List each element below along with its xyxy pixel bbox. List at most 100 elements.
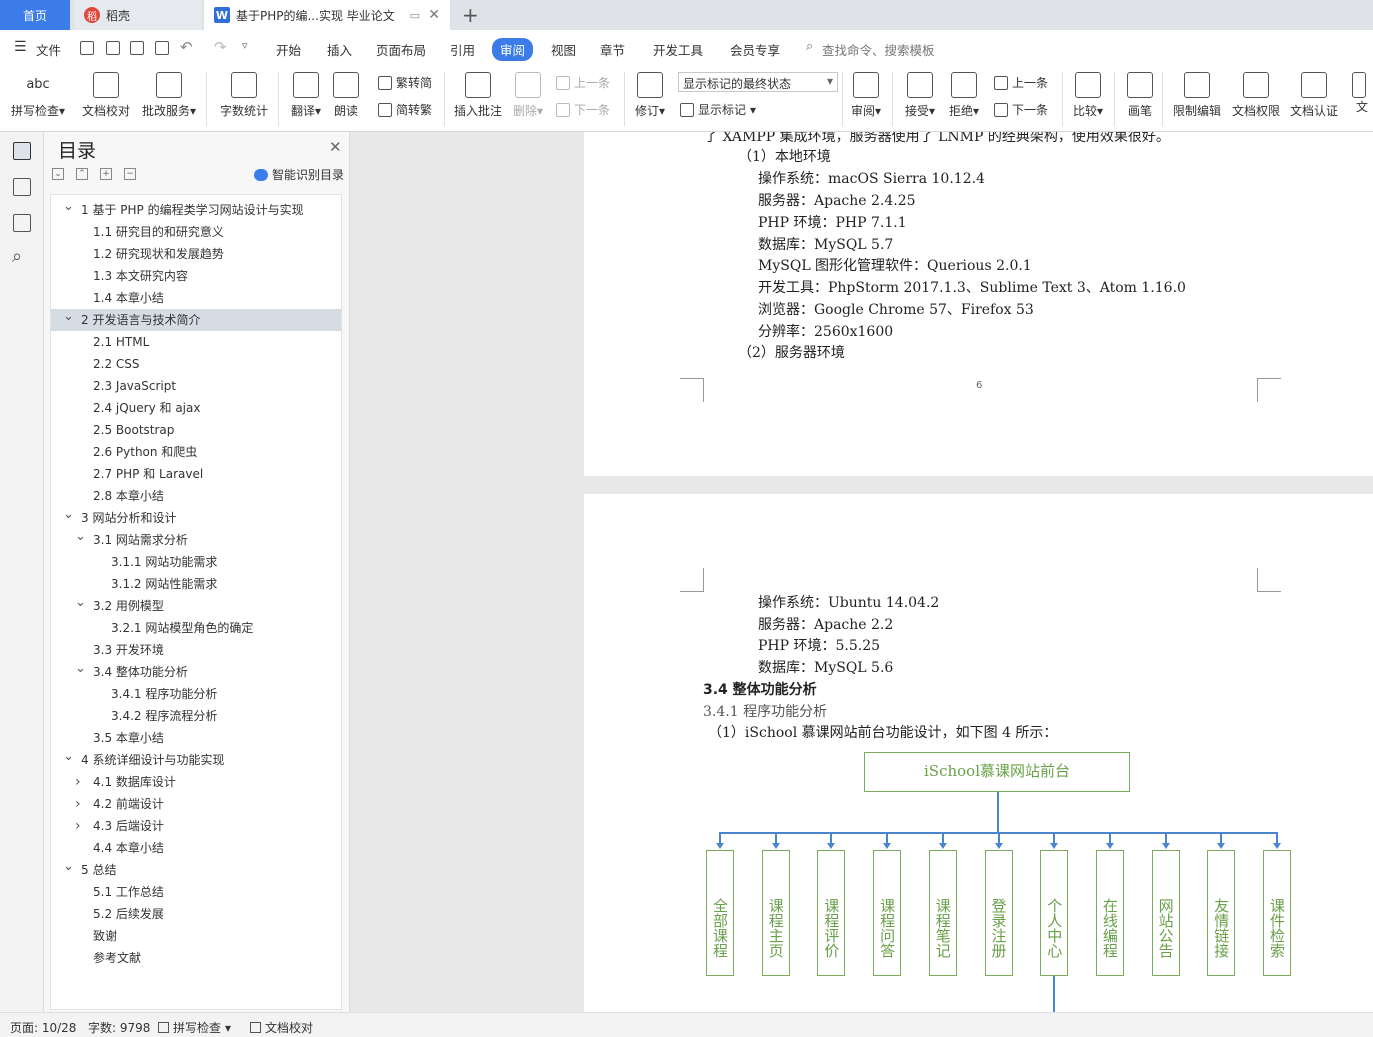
- toc-item[interactable]: 参考文献: [51, 947, 341, 969]
- compare-button[interactable]: 比较▾: [1070, 72, 1106, 119]
- remove-heading-icon[interactable]: −: [124, 168, 136, 180]
- toc-item[interactable]: 5.1 工作总结: [51, 881, 341, 903]
- toc-item[interactable]: 4.4 本章小结: [51, 837, 341, 859]
- toc-item[interactable]: 3.5 本章小结: [51, 727, 341, 749]
- toc-item[interactable]: 5.2 后续发展: [51, 903, 341, 925]
- toc-item[interactable]: 3.3 开发环境: [51, 639, 341, 661]
- menu-devtools[interactable]: 开发工具: [653, 40, 703, 59]
- accept-button[interactable]: 接受▾: [902, 72, 938, 119]
- menu-reference[interactable]: 引用: [450, 40, 475, 59]
- toc-item[interactable]: 3.4.1 程序功能分析: [51, 683, 341, 705]
- chevron-down-icon[interactable]: ⌄: [63, 504, 75, 526]
- toc-item[interactable]: 1.1 研究目的和研究意义: [51, 221, 341, 243]
- word-count-indicator[interactable]: 字数: 9798: [88, 1019, 150, 1036]
- markup-state-select[interactable]: 显示标记的最终状态: [678, 72, 838, 92]
- chevron-right-icon[interactable]: ›: [75, 771, 87, 793]
- toc-item[interactable]: ⌄ 3.4 整体功能分析: [51, 661, 341, 683]
- undo-icon[interactable]: ↶: [180, 38, 193, 56]
- toc-item[interactable]: ⌄ 2 开发语言与技术简介: [51, 309, 341, 331]
- chevron-down-icon[interactable]: ⌄: [63, 196, 75, 218]
- toc-item[interactable]: 2.2 CSS: [51, 353, 341, 375]
- spell-check-button[interactable]: abc 拼写检查▾: [10, 72, 66, 119]
- bookmark-icon[interactable]: [13, 214, 31, 232]
- new-tab-icon[interactable]: +: [462, 3, 479, 27]
- toc-item[interactable]: 3.1.2 网站性能需求: [51, 573, 341, 595]
- menu-vip[interactable]: 会员专享: [730, 40, 780, 59]
- chevron-down-icon[interactable]: ⌄: [63, 856, 75, 878]
- menu-start[interactable]: 开始: [276, 40, 301, 59]
- chevron-down-icon[interactable]: ⌄: [63, 306, 75, 328]
- chevron-down-icon[interactable]: ⌄: [75, 592, 87, 614]
- chevron-down-icon[interactable]: ⌄: [63, 746, 75, 768]
- chevron-right-icon[interactable]: ›: [75, 815, 87, 837]
- expand-up-icon[interactable]: ⌃: [76, 168, 88, 180]
- toc-item[interactable]: 3.4.2 程序流程分析: [51, 705, 341, 727]
- translate-button[interactable]: 翻译▾: [288, 72, 324, 119]
- menu-layout[interactable]: 页面布局: [376, 40, 426, 59]
- review-pane-button[interactable]: 审阅▾: [848, 72, 884, 119]
- toc-item[interactable]: 2.1 HTML: [51, 331, 341, 353]
- toc-item[interactable]: ⌄ 3.2 用例模型: [51, 595, 341, 617]
- restrict-editing-button[interactable]: 限制编辑: [1170, 72, 1224, 119]
- tab-document[interactable]: W 基于PHP的编...实现 毕业论文 ▭ ✕: [204, 0, 450, 30]
- toc-item[interactable]: 2.6 Python 和爬虫: [51, 441, 341, 463]
- customize-qa-icon[interactable]: ▿: [242, 39, 248, 52]
- annotate-service-button[interactable]: 批改服务▾: [140, 72, 198, 119]
- toc-panel-icon[interactable]: [13, 142, 31, 160]
- reject-button[interactable]: 拒绝▾: [946, 72, 982, 119]
- toc-item[interactable]: 2.5 Bootstrap: [51, 419, 341, 441]
- proofread-button[interactable]: 文档校对: [80, 72, 132, 119]
- menu-insert[interactable]: 插入: [327, 40, 352, 59]
- search-icon[interactable]: ⌕: [12, 246, 22, 267]
- add-heading-icon[interactable]: +: [100, 168, 112, 180]
- toc-item[interactable]: 3.2.1 网站模型角色的确定: [51, 617, 341, 639]
- window-icon[interactable]: ▭: [410, 9, 420, 22]
- export-icon[interactable]: [106, 41, 120, 55]
- toc-item[interactable]: 1.3 本文研究内容: [51, 265, 341, 287]
- hamburger-icon[interactable]: ☰: [14, 39, 27, 55]
- tab-home[interactable]: 首页: [0, 0, 70, 30]
- trad-to-simp-button[interactable]: 繁转简: [378, 74, 432, 91]
- tab-daoke[interactable]: 稻 稻壳: [74, 0, 202, 30]
- toc-item[interactable]: 2.8 本章小结: [51, 485, 341, 507]
- insert-comment-button[interactable]: 插入批注: [452, 72, 504, 119]
- show-markup-button[interactable]: 显示标记 ▾: [680, 101, 756, 118]
- toc-item[interactable]: 致谢: [51, 925, 341, 947]
- toc-item[interactable]: 2.3 JavaScript: [51, 375, 341, 397]
- track-changes-button[interactable]: 修订▾: [632, 72, 668, 119]
- more-ribbon-button[interactable]: 文: [1352, 72, 1372, 115]
- chevron-down-icon[interactable]: ⌄: [75, 526, 87, 548]
- toc-item[interactable]: 3.1.1 网站功能需求: [51, 551, 341, 573]
- toc-item[interactable]: ⌄ 4 系统详细设计与功能实现: [51, 749, 341, 771]
- toc-item[interactable]: 2.4 jQuery 和 ajax: [51, 397, 341, 419]
- menu-view[interactable]: 视图: [551, 40, 576, 59]
- prev-change-button[interactable]: 上一条: [994, 74, 1048, 91]
- doc-permission-button[interactable]: 文档权限: [1230, 72, 1282, 119]
- toc-item[interactable]: 2.7 PHP 和 Laravel: [51, 463, 341, 485]
- toc-item[interactable]: ⌄ 3.1 网站需求分析: [51, 529, 341, 551]
- read-aloud-button[interactable]: 朗读: [330, 72, 362, 119]
- print-preview-icon[interactable]: [155, 41, 169, 55]
- word-count-button[interactable]: 字数统计: [218, 72, 270, 119]
- menu-chapter[interactable]: 章节: [600, 40, 625, 59]
- toc-item[interactable]: 1.4 本章小结: [51, 287, 341, 309]
- save-icon[interactable]: [80, 41, 94, 55]
- chevron-right-icon[interactable]: ›: [75, 793, 87, 815]
- pen-button[interactable]: 画笔: [1124, 72, 1156, 119]
- toc-item[interactable]: › 4.2 前端设计: [51, 793, 341, 815]
- menu-file[interactable]: 文件: [36, 40, 61, 59]
- toc-item[interactable]: 1.2 研究现状和发展趋势: [51, 243, 341, 265]
- collapse-all-icon[interactable]: ⌄: [52, 168, 64, 180]
- simp-to-trad-button[interactable]: 简转繁: [378, 101, 432, 118]
- chevron-down-icon[interactable]: ⌄: [75, 658, 87, 680]
- toc-item[interactable]: ⌄ 1 基于 PHP 的编程类学习网站设计与实现: [51, 199, 341, 221]
- doc-certify-button[interactable]: 文档认证: [1288, 72, 1340, 119]
- toc-item[interactable]: ⌄ 3 网站分析和设计: [51, 507, 341, 529]
- smart-toc-button[interactable]: 智能识别目录: [254, 166, 344, 183]
- section-nav-icon[interactable]: [13, 178, 31, 196]
- command-search[interactable]: 查找命令、搜索模板: [822, 40, 935, 59]
- menu-review[interactable]: 审阅: [492, 38, 534, 61]
- toc-item[interactable]: › 4.3 后端设计: [51, 815, 341, 837]
- toc-item[interactable]: ⌄ 5 总结: [51, 859, 341, 881]
- next-comment-button[interactable]: 下一条: [556, 101, 610, 118]
